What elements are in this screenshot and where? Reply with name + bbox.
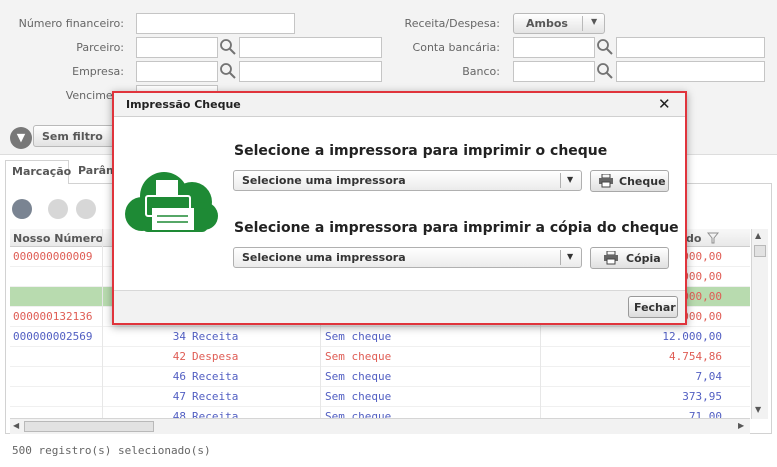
printer-select-copia[interactable]: Selecione uma impressora ▼: [233, 247, 582, 268]
printer-icon: [604, 251, 618, 265]
modal-footer: Fechar: [114, 290, 685, 323]
copia-button-label: Cópia: [626, 252, 661, 265]
close-icon[interactable]: ✕: [658, 95, 671, 113]
copia-button[interactable]: Cópia: [590, 247, 669, 269]
printer-select-cheque-value: Selecione uma impressora: [242, 174, 406, 187]
chevron-down-icon: ▼: [567, 252, 574, 261]
printer-icon: [599, 174, 613, 188]
cloud-printer-icon: [125, 172, 218, 232]
impressao-cheque-dialog: Impressão Cheque ✕ Selecione a impressor…: [112, 91, 687, 325]
printer-select-copia-value: Selecione uma impressora: [242, 251, 406, 264]
fechar-button-label: Fechar: [634, 301, 676, 314]
heading-cheque: Selecione a impressora para imprimir o c…: [234, 143, 608, 159]
chevron-down-icon: ▼: [567, 175, 574, 184]
cheque-button-label: Cheque: [619, 175, 666, 188]
modal-title: Impressão Cheque: [126, 98, 241, 111]
heading-copia: Selecione a impressora para imprimir a c…: [234, 220, 679, 236]
printer-select-cheque[interactable]: Selecione uma impressora ▼: [233, 170, 582, 191]
cheque-button[interactable]: Cheque: [590, 170, 669, 192]
fechar-button[interactable]: Fechar: [628, 296, 678, 318]
modal-title-bar: Impressão Cheque ✕: [114, 93, 685, 117]
